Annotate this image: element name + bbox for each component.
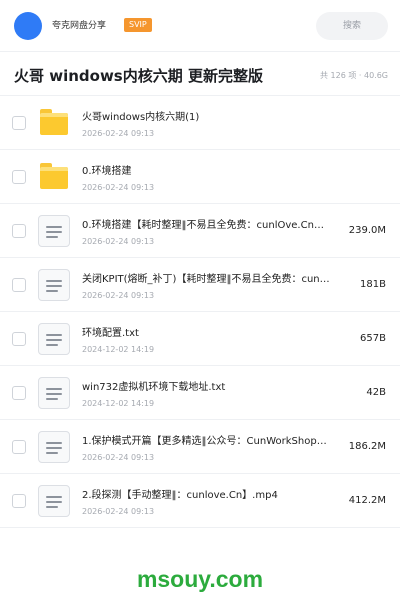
file-date: 2026-02-24 09:13: [82, 129, 155, 138]
file-row[interactable]: 火哥windows内核六期(1) 2026-02-24 09:13: [0, 96, 400, 150]
share-title: 火哥 windows内核六期 更新完整版: [14, 67, 263, 85]
search-button[interactable]: 搜索: [316, 12, 388, 40]
file-row[interactable]: 1.保护模式开篇【更多精选‖公众号：CunWorkShop】.mp4 2026-…: [0, 420, 400, 474]
file-date: 2026-02-24 09:13: [82, 237, 155, 246]
row-checkbox[interactable]: [12, 494, 26, 508]
document-icon: [38, 377, 70, 409]
file-date: 2026-02-24 09:13: [82, 183, 155, 192]
file-row[interactable]: win732虚拟机环境下载地址.txt 2024-12-02 14:19 42B: [0, 366, 400, 420]
file-name[interactable]: win732虚拟机环境下载地址.txt: [82, 381, 332, 395]
site-watermark: msouy.com: [136, 566, 264, 592]
top-bar: 夸克网盘分享 SVIP 搜索: [0, 0, 400, 52]
file-name[interactable]: 2.段探测【手动整理‖：cunlove.Cn】.mp4: [82, 489, 332, 503]
file-row[interactable]: 0.环境搭建【耗时整理‖不易且全免费：cunlOve.Cn】.mp4 2026-…: [0, 204, 400, 258]
file-name[interactable]: 关闭KPIT(熔断_补丁)【耗时整理‖不易且全免费：cunlOve.Cn】.tx…: [82, 273, 332, 287]
file-date: 2024-12-02 14:19: [82, 345, 155, 354]
file-row[interactable]: 2.段探测【手动整理‖：cunlove.Cn】.mp4 2026-02-24 0…: [0, 474, 400, 528]
file-row[interactable]: 0.环境搭建 2026-02-24 09:13: [0, 150, 400, 204]
file-size: 412.2M: [348, 495, 386, 506]
file-name[interactable]: 火哥windows内核六期(1): [82, 111, 332, 125]
file-name[interactable]: 0.环境搭建【耗时整理‖不易且全免费：cunlOve.Cn】.mp4: [82, 219, 332, 233]
row-checkbox[interactable]: [12, 386, 26, 400]
file-size: 239.0M: [348, 225, 386, 236]
file-size: 42B: [366, 387, 386, 398]
file-date: 2026-02-24 09:13: [82, 507, 155, 516]
file-size: 186.2M: [348, 441, 386, 452]
file-row[interactable]: 关闭KPIT(熔断_补丁)【耗时整理‖不易且全免费：cunlOve.Cn】.tx…: [0, 258, 400, 312]
share-meta: 共 126 项 · 40.6G: [320, 71, 388, 80]
row-checkbox[interactable]: [12, 170, 26, 184]
file-date: 2026-02-24 09:13: [82, 453, 155, 462]
file-size: 181B: [360, 279, 386, 290]
document-icon: [38, 485, 70, 517]
folder-icon: [38, 161, 70, 193]
document-icon: [38, 323, 70, 355]
document-icon: [38, 215, 70, 247]
user-avatar[interactable]: [14, 12, 42, 40]
row-checkbox[interactable]: [12, 116, 26, 130]
share-header: 火哥 windows内核六期 更新完整版 共 126 项 · 40.6G: [0, 52, 400, 96]
svip-badge: SVIP: [124, 18, 152, 32]
row-checkbox[interactable]: [12, 440, 26, 454]
document-icon: [38, 431, 70, 463]
file-size: 657B: [360, 333, 386, 344]
file-name[interactable]: 0.环境搭建: [82, 165, 332, 179]
file-name[interactable]: 环境配置.txt: [82, 327, 332, 341]
file-row[interactable]: 环境配置.txt 2024-12-02 14:19 657B: [0, 312, 400, 366]
folder-icon: [38, 107, 70, 139]
file-date: 2024-12-02 14:19: [82, 399, 155, 408]
sharer-name: 夸克网盘分享: [52, 21, 107, 31]
row-checkbox[interactable]: [12, 332, 26, 346]
document-icon: [38, 269, 70, 301]
row-checkbox[interactable]: [12, 278, 26, 292]
file-name[interactable]: 1.保护模式开篇【更多精选‖公众号：CunWorkShop】.mp4: [82, 435, 332, 449]
row-checkbox[interactable]: [12, 224, 26, 238]
file-date: 2026-02-24 09:13: [82, 291, 155, 300]
file-list: 火哥windows内核六期(1) 2026-02-24 09:13 0.环境搭建…: [0, 96, 400, 528]
